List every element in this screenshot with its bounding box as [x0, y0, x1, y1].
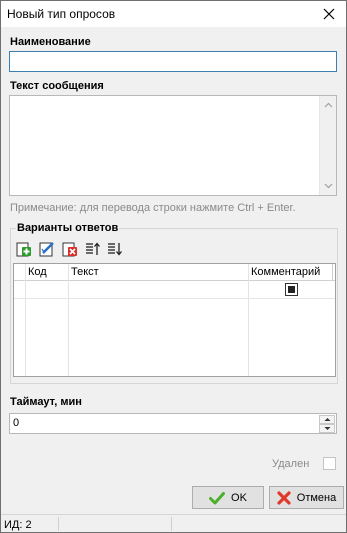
add-icon — [16, 242, 31, 257]
column-header-comment[interactable]: Комментарий — [251, 266, 320, 278]
timeout-label: Таймаут, мин — [10, 396, 82, 408]
window-title: Новый тип опросов — [7, 7, 116, 21]
status-bar: ИД: 2 — [1, 514, 346, 532]
deleted-label: Удален — [272, 458, 310, 470]
grid-column-divider — [332, 264, 333, 281]
edit-icon — [39, 242, 54, 257]
timeout-value: 0 — [13, 417, 20, 429]
timeout-stepper[interactable]: 0 — [9, 413, 337, 434]
hint-text: Примечание: для перевода строки нажмите … — [10, 202, 296, 214]
delete-icon — [62, 242, 77, 257]
move-up-button[interactable] — [85, 241, 103, 259]
name-input[interactable] — [9, 51, 337, 72]
ok-button-label: OK — [231, 491, 247, 504]
edit-answer-button[interactable] — [39, 241, 57, 259]
cancel-x-icon — [277, 490, 291, 505]
status-separator — [171, 517, 172, 531]
table-row[interactable] — [14, 281, 335, 299]
spin-down-icon — [324, 427, 331, 430]
dialog-window: Новый тип опросов Наименование Текст соо… — [0, 0, 347, 533]
status-id: ИД: 2 — [4, 519, 32, 531]
cancel-button[interactable]: Отмена — [269, 486, 344, 509]
close-button[interactable] — [312, 1, 346, 27]
status-separator — [58, 517, 59, 531]
grid-header: Код Текст Комментарий — [14, 264, 335, 281]
delete-answer-button[interactable] — [62, 241, 80, 259]
move-up-icon — [86, 242, 100, 255]
add-answer-button[interactable] — [16, 241, 34, 259]
message-label: Текст сообщения — [10, 80, 104, 92]
close-icon — [323, 8, 335, 20]
spin-up-icon — [324, 418, 331, 421]
column-header-code[interactable]: Код — [28, 266, 47, 278]
spin-down-button[interactable] — [319, 424, 335, 433]
message-scrollbar[interactable] — [319, 96, 336, 195]
move-down-button[interactable] — [107, 241, 125, 259]
scroll-down-icon[interactable] — [324, 181, 333, 190]
cell-comment-checkbox[interactable] — [285, 283, 298, 296]
scroll-up-icon[interactable] — [324, 101, 333, 110]
timeout-spin — [319, 415, 335, 433]
answers-grid[interactable]: Код Текст Комментарий — [13, 263, 336, 377]
column-header-text[interactable]: Текст — [71, 266, 99, 278]
cancel-button-label: Отмена — [296, 491, 337, 504]
checkmark-icon — [209, 491, 226, 504]
spin-up-button[interactable] — [319, 415, 335, 424]
ok-button[interactable]: OK — [192, 486, 264, 509]
deleted-checkbox[interactable] — [323, 457, 336, 470]
answers-legend: Варианты ответов — [16, 222, 120, 234]
name-label: Наименование — [10, 36, 91, 48]
title-bar[interactable]: Новый тип опросов — [1, 1, 346, 27]
move-down-icon — [108, 243, 122, 256]
message-textarea[interactable] — [9, 95, 337, 196]
